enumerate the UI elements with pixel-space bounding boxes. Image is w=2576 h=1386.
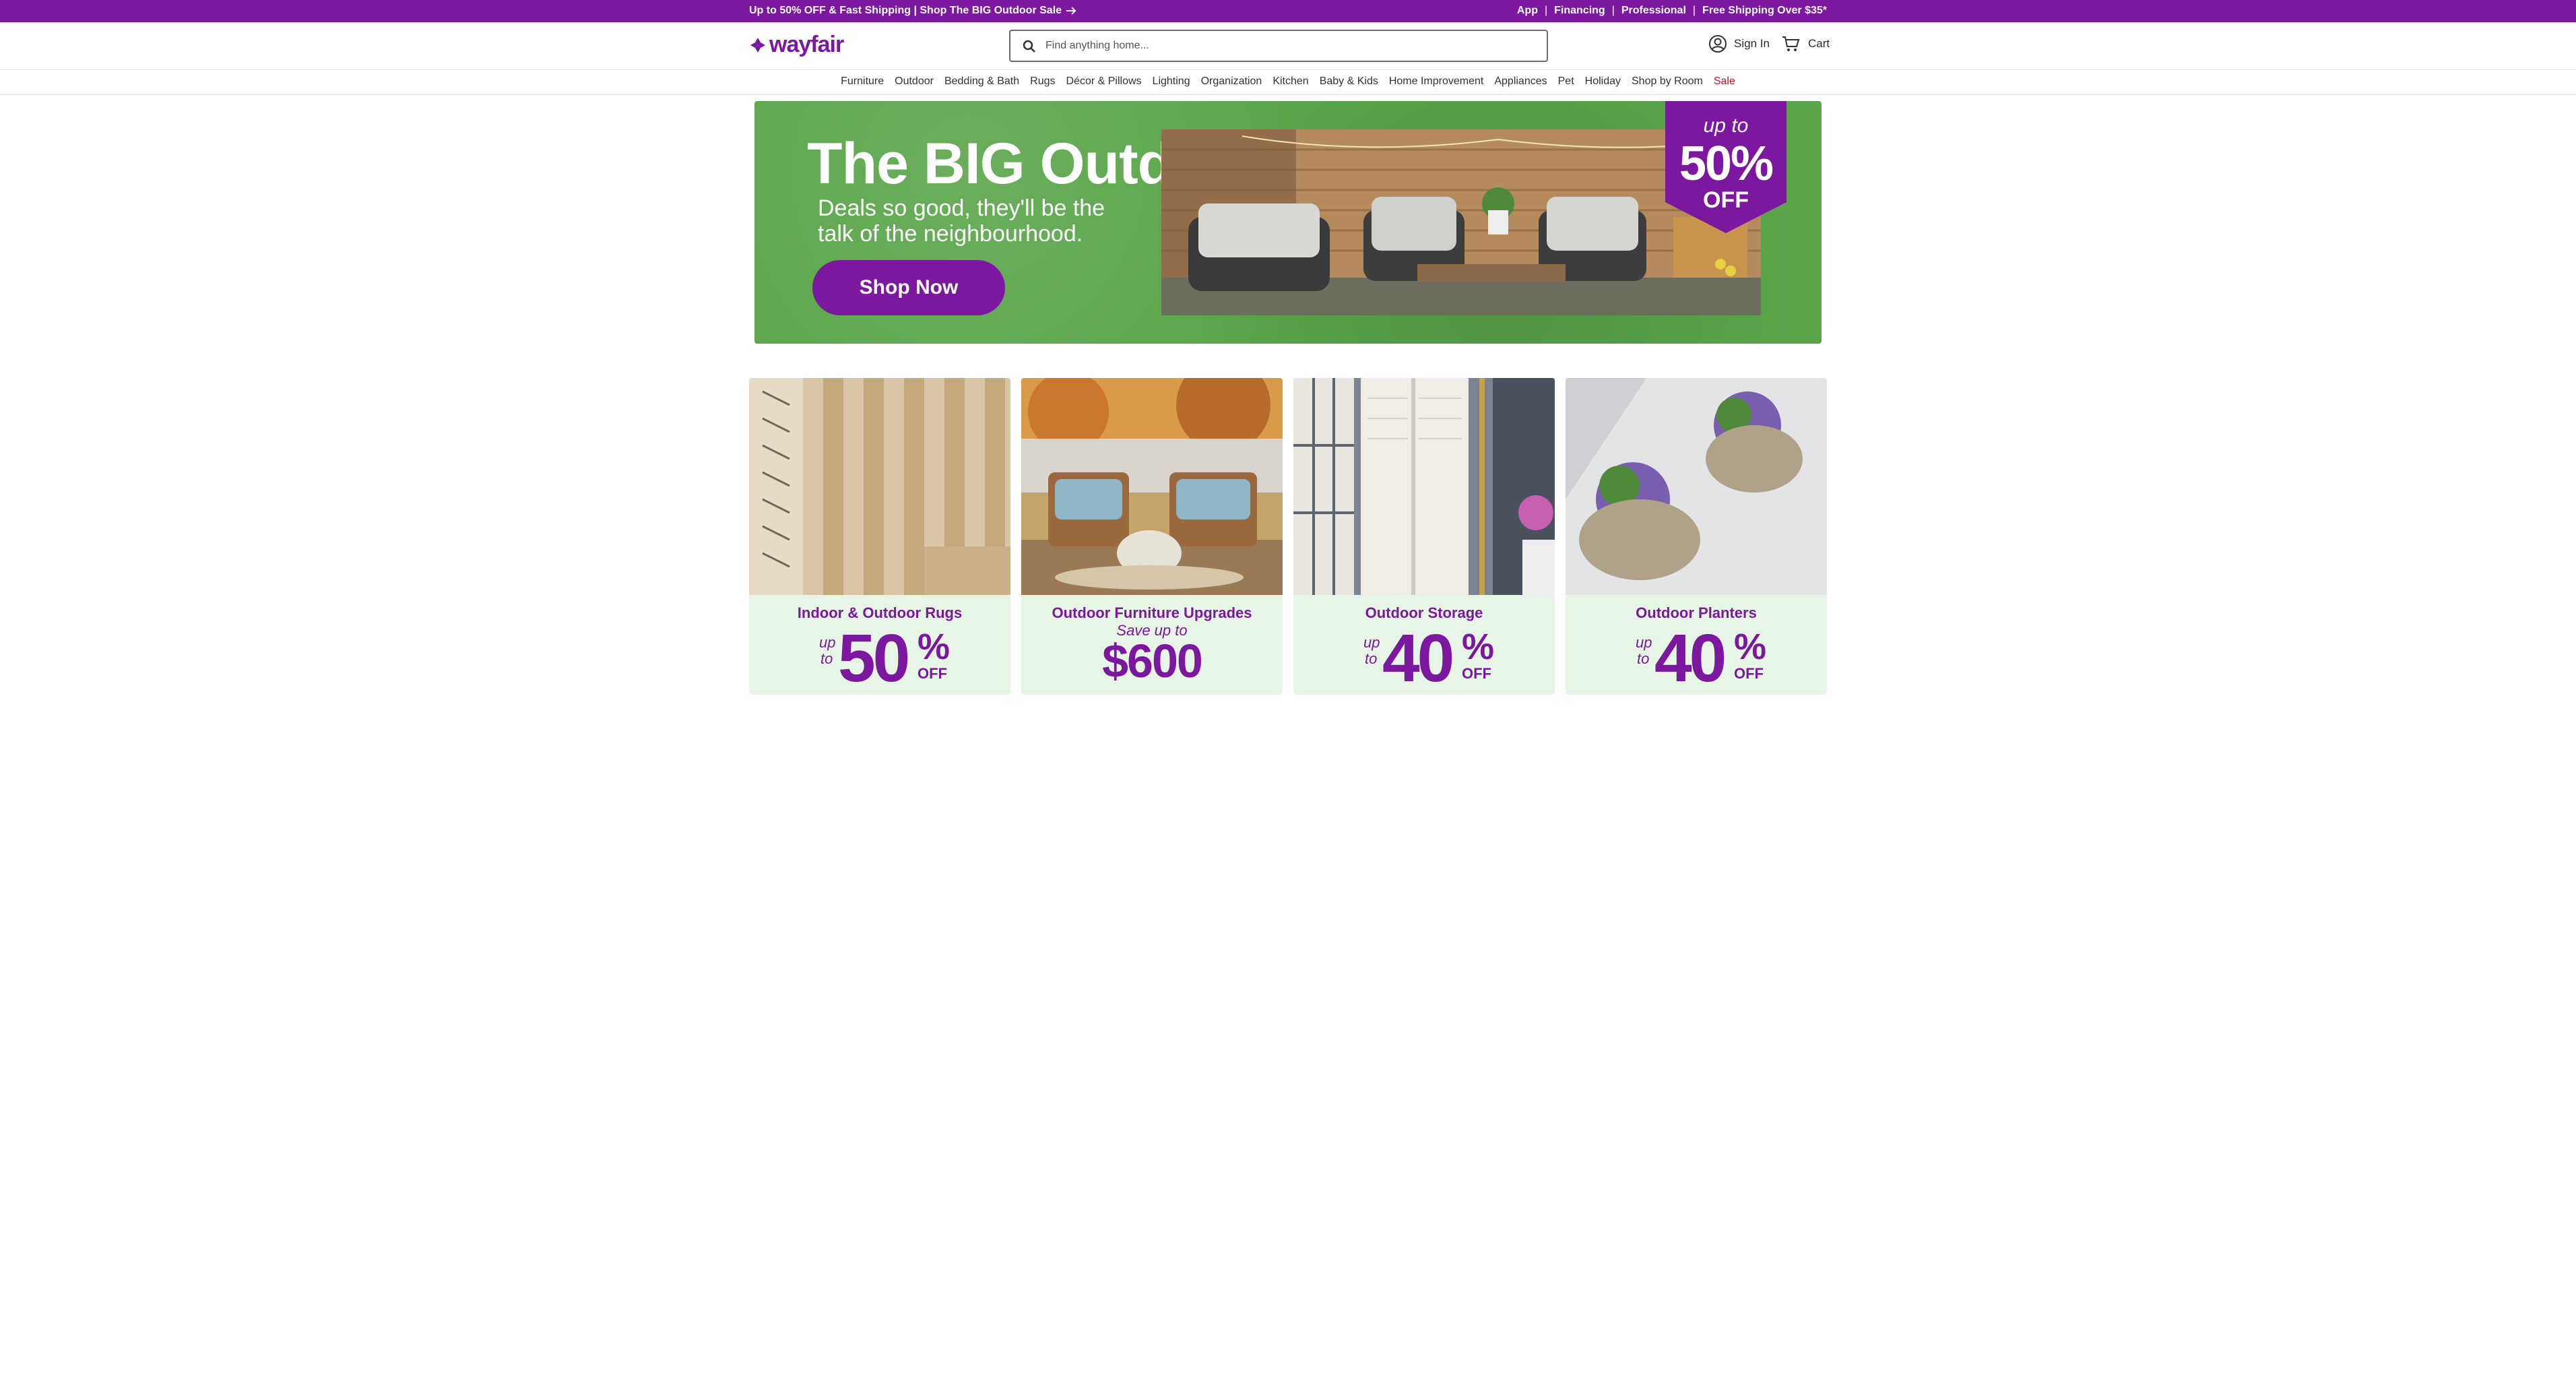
offer-to: to xyxy=(820,650,833,667)
card-title: Outdoor Furniture Upgrades xyxy=(1052,604,1252,621)
promo-sale-link[interactable]: Up to 50% OFF & Fast Shipping | Shop The… xyxy=(749,5,1076,17)
logo-mark-icon xyxy=(750,37,765,53)
nav-item-kitchen[interactable]: Kitchen xyxy=(1273,75,1308,88)
offer-up: up xyxy=(1636,634,1652,651)
nav-item-home-improvement[interactable]: Home Improvement xyxy=(1389,75,1484,88)
promo-sale-text: Up to 50% OFF & Fast Shipping | Shop The… xyxy=(749,5,1062,16)
offer-to: to xyxy=(1637,650,1650,667)
outdoor-planters-image xyxy=(1566,378,1827,595)
offer-up: up xyxy=(819,634,836,651)
nav-item-rugs[interactable]: Rugs xyxy=(1030,75,1055,88)
card-title: Outdoor Planters xyxy=(1636,604,1757,621)
wayfair-logo[interactable]: wayfair xyxy=(749,32,844,58)
nav-item-outdoor[interactable]: Outdoor xyxy=(895,75,934,88)
hero-banner[interactable]: The BIG Outdoor Sale Deals so good, they… xyxy=(754,101,1822,344)
outdoor-storage-image xyxy=(1293,378,1555,595)
sign-in-button[interactable]: Sign In xyxy=(1708,34,1770,53)
divider: | xyxy=(1544,5,1548,16)
offer-number: 40 xyxy=(1382,621,1454,695)
offer-number: 40 xyxy=(1654,621,1727,695)
offer-percent-sign: % xyxy=(917,627,951,667)
nav-item-bedding-bath[interactable]: Bedding & Bath xyxy=(944,75,1019,88)
free-shipping-link[interactable]: Free Shipping Over $35* xyxy=(1702,5,1827,17)
nav-item-lighting[interactable]: Lighting xyxy=(1153,75,1190,88)
sign-in-label: Sign In xyxy=(1734,37,1770,50)
category-card-rugs[interactable]: Indoor & Outdoor Rugs up to 50 % OFF xyxy=(749,378,1010,695)
logo-text: wayfair xyxy=(769,32,844,57)
outdoor-furniture-image xyxy=(1021,378,1283,595)
hero-subtitle-line-1: Deals so good, they'll be the xyxy=(818,195,1105,221)
nav-item-furniture[interactable]: Furniture xyxy=(841,75,884,88)
nav-item-decor-pillows[interactable]: Décor & Pillows xyxy=(1066,75,1142,88)
promo-bar: Up to 50% OFF & Fast Shipping | Shop The… xyxy=(0,0,2576,22)
search-icon xyxy=(1023,40,1035,53)
rugs-image xyxy=(749,378,1010,595)
shop-now-button[interactable]: Shop Now xyxy=(812,260,1005,315)
save-amount: $600 xyxy=(1102,635,1203,687)
search-input[interactable] xyxy=(1045,40,1547,52)
offer-text: up to 40 % OFF xyxy=(1566,621,1827,692)
badge-up-to: up to xyxy=(1703,115,1749,137)
discount-badge: up to 50% OFF xyxy=(1665,101,1786,233)
offer-number: 50 xyxy=(838,621,910,695)
category-card-outdoor-planters[interactable]: Outdoor Planters up to 40 % OFF xyxy=(1566,378,1827,695)
promo-links: App | Financing | Professional | Free Sh… xyxy=(1517,5,1827,17)
card-title: Outdoor Storage xyxy=(1365,604,1483,621)
cart-button[interactable]: Cart xyxy=(1781,34,1830,53)
arrow-right-icon xyxy=(1066,7,1076,15)
offer-to: to xyxy=(1365,650,1378,667)
offer-off: OFF xyxy=(917,665,947,682)
hero-subtitle-line-2: talk of the neighbourhood. xyxy=(818,221,1083,247)
offer-text: up to 40 % OFF xyxy=(1293,621,1555,692)
search-box xyxy=(1009,30,1548,62)
offer-percent-sign: % xyxy=(1734,627,1767,667)
badge-off: OFF xyxy=(1703,187,1749,213)
divider: | xyxy=(1692,5,1696,16)
category-card-outdoor-furniture[interactable]: Outdoor Furniture Upgrades Save up to $6… xyxy=(1021,378,1283,695)
nav-item-shop-by-room[interactable]: Shop by Room xyxy=(1632,75,1703,88)
nav-item-baby-kids[interactable]: Baby & Kids xyxy=(1320,75,1378,88)
account-icon xyxy=(1709,35,1727,53)
hero-subtitle: Deals so good, they'll be the talk of th… xyxy=(818,195,1195,247)
card-title: Indoor & Outdoor Rugs xyxy=(797,604,963,621)
professional-link[interactable]: Professional xyxy=(1621,5,1686,17)
category-card-outdoor-storage[interactable]: Outdoor Storage up to 40 % OFF xyxy=(1293,378,1555,695)
offer-text: up to 50 % OFF xyxy=(749,621,1010,692)
category-nav: Furniture Outdoor Bedding & Bath Rugs Dé… xyxy=(0,69,2576,95)
nav-item-sale[interactable]: Sale xyxy=(1714,75,1735,88)
cart-label: Cart xyxy=(1808,37,1830,50)
site-header: wayfair Sign In Cart xyxy=(0,22,2576,69)
app-link[interactable]: App xyxy=(1517,5,1538,17)
nav-item-organization[interactable]: Organization xyxy=(1201,75,1262,88)
divider: | xyxy=(1611,5,1615,16)
offer-up: up xyxy=(1363,634,1380,651)
financing-link[interactable]: Financing xyxy=(1554,5,1605,17)
offer-percent-sign: % xyxy=(1462,627,1495,667)
offer-off: OFF xyxy=(1734,665,1764,682)
badge-percent: 50% xyxy=(1679,137,1774,191)
nav-item-holiday[interactable]: Holiday xyxy=(1585,75,1621,88)
offer-off: OFF xyxy=(1462,665,1491,682)
nav-item-appliances[interactable]: Appliances xyxy=(1494,75,1547,88)
nav-item-pet[interactable]: Pet xyxy=(1558,75,1574,88)
cart-icon xyxy=(1782,36,1800,51)
